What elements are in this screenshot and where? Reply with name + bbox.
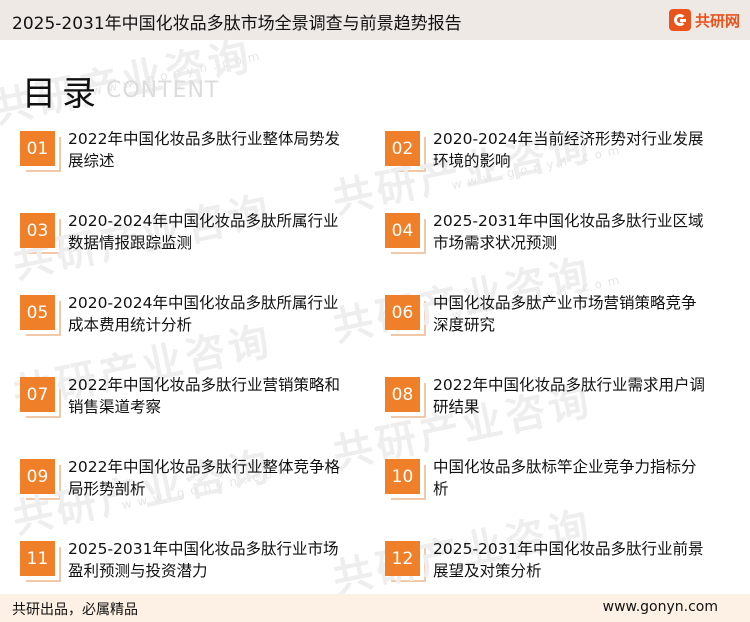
toc-item-label: 2025-2031年中国化妆品多肽行业区域市场需求状况预测 [433, 212, 704, 252]
toc-item-number: 01 [20, 131, 61, 172]
toc-item-number: 04 [385, 213, 426, 254]
brand-logo: 共研网 [668, 7, 740, 33]
toc-item[interactable]: 03 2020-2024年中国化妆品多肽所属行业数据情报跟踪监测 [20, 212, 340, 263]
toc-item-label: 2022年中国化妆品多肽行业整体局势发展综述 [68, 130, 340, 170]
toc-item[interactable]: 01 2022年中国化妆品多肽行业整体局势发展综述 [20, 130, 340, 181]
toc-item[interactable]: 02 2020-2024年当前经济形势对行业发展环境的影响 [385, 130, 705, 181]
toc-subheading: CONTENT [106, 78, 220, 103]
toc-item-number: 08 [385, 377, 426, 418]
toc-item[interactable]: 08 2022年中国化妆品多肽行业需求用户调研结果 [385, 376, 705, 427]
toc-item-label: 2020-2024年中国化妆品多肽所属行业数据情报跟踪监测 [68, 212, 339, 252]
header-bar: 2025-2031年中国化妆品多肽市场全景调查与前景趋势报告 共研网 [0, 0, 750, 40]
toc-item-label: 2020-2024年当前经济形势对行业发展环境的影响 [433, 130, 704, 170]
toc-item-number: 06 [385, 295, 426, 336]
toc-item[interactable]: 11 2025-2031年中国化妆品多肽行业市场盈利预测与投资潜力 [20, 540, 340, 591]
footer-slogan: 共研出品，必属精品 [12, 602, 138, 618]
toc-item-number: 07 [20, 377, 61, 418]
toc-item[interactable]: 04 2025-2031年中国化妆品多肽行业区域市场需求状况预测 [385, 212, 705, 263]
toc-item-label: 2025-2031年中国化妆品多肽行业市场盈利预测与投资潜力 [68, 540, 339, 580]
toc-item[interactable]: 09 2022年中国化妆品多肽行业整体竞争格局形势剖析 [20, 458, 340, 509]
toc-item-label: 2020-2024年中国化妆品多肽所属行业成本费用统计分析 [68, 294, 339, 334]
logo-text: 共研网 [694, 11, 740, 30]
toc-item[interactable]: 05 2020-2024年中国化妆品多肽所属行业成本费用统计分析 [20, 294, 340, 345]
toc-item-number: 02 [385, 131, 426, 172]
toc-heading: 目录 [22, 74, 102, 114]
toc-item[interactable]: 06 中国化妆品多肽产业市场营销策略竞争深度研究 [385, 294, 705, 345]
toc-item-label: 中国化妆品多肽产业市场营销策略竞争深度研究 [433, 294, 697, 334]
toc-item-number: 12 [385, 541, 426, 582]
toc-item-label: 2025-2031年中国化妆品多肽行业前景展望及对策分析 [433, 540, 704, 580]
toc-item[interactable]: 12 2025-2031年中国化妆品多肽行业前景展望及对策分析 [385, 540, 705, 591]
footer-site-link[interactable]: www.gonyn.com [603, 599, 718, 615]
logo-icon [668, 9, 691, 31]
toc-item-number: 05 [20, 295, 61, 336]
toc-item-number: 03 [20, 213, 61, 254]
toc-item-label: 中国化妆品多肽标竿企业竞争力指标分析 [433, 458, 697, 498]
toc-item[interactable]: 10 中国化妆品多肽标竿企业竞争力指标分析 [385, 458, 705, 509]
toc-item-label: 2022年中国化妆品多肽行业营销策略和销售渠道考察 [68, 376, 340, 416]
toc-item-number: 09 [20, 459, 61, 500]
toc-item-number: 10 [385, 459, 426, 500]
toc-item-number: 11 [20, 541, 61, 582]
toc-item-label: 2022年中国化妆品多肽行业需求用户调研结果 [433, 376, 705, 416]
footer-bar: 共研出品，必属精品 www.gonyn.com [0, 594, 750, 622]
toc-item[interactable]: 07 2022年中国化妆品多肽行业营销策略和销售渠道考察 [20, 376, 340, 427]
report-title: 2025-2031年中国化妆品多肽市场全景调查与前景趋势报告 [12, 14, 462, 34]
toc-item-label: 2022年中国化妆品多肽行业整体竞争格局形势剖析 [68, 458, 340, 498]
